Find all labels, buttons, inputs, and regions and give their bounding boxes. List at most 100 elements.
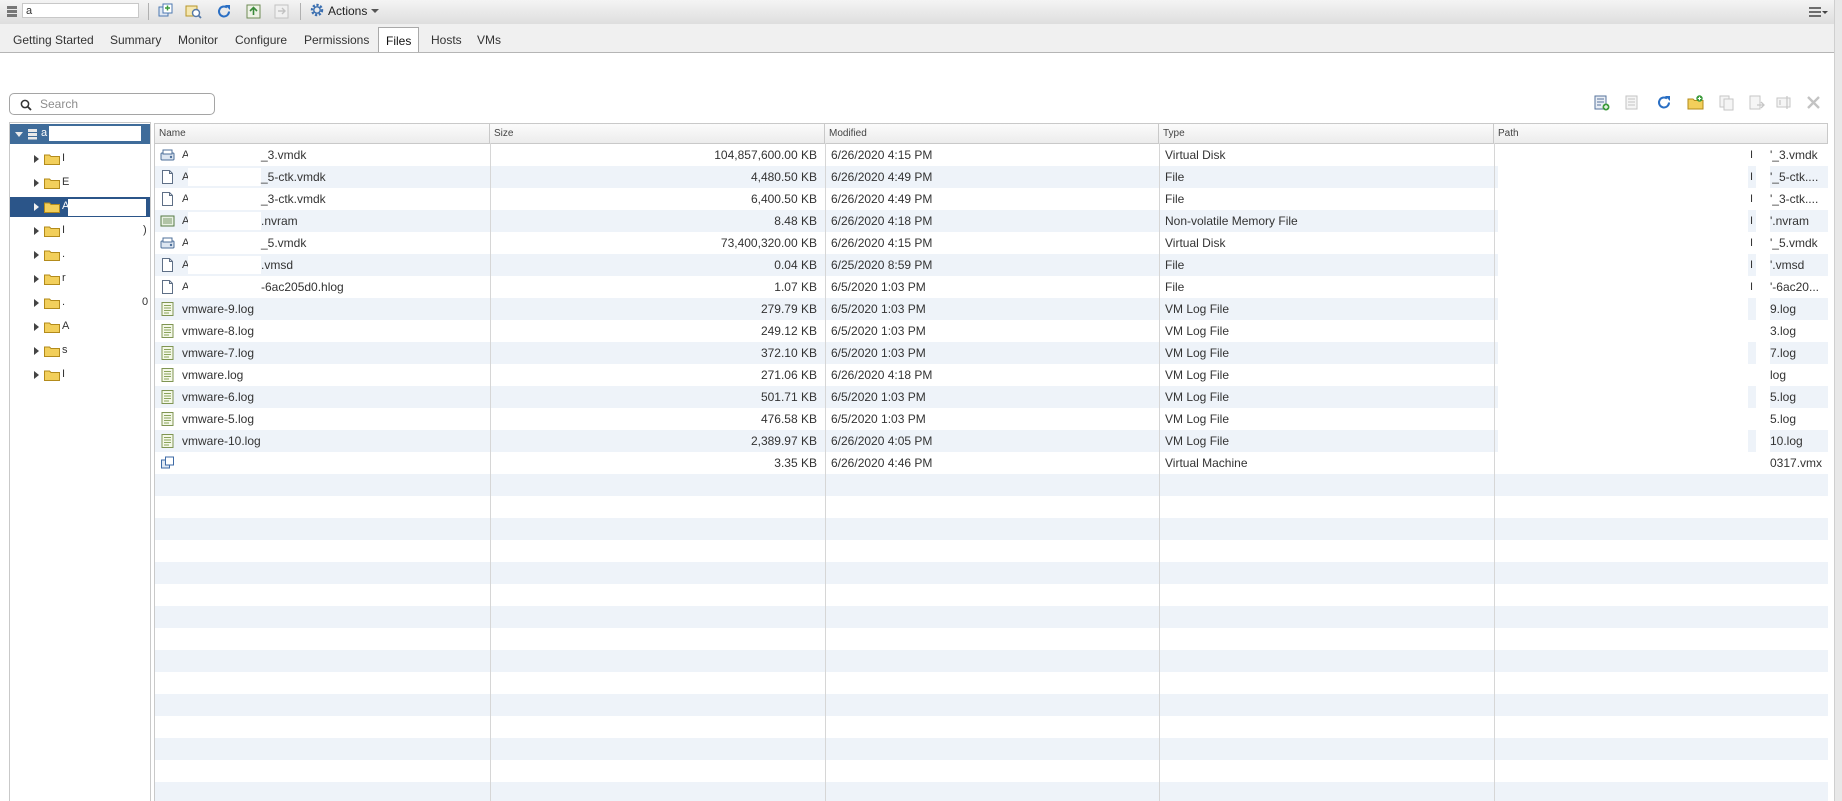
path-text: 5.log [1770, 412, 1797, 426]
table-row[interactable]: vmware.log 271.06 KB 6/26/2020 4:18 PM VM L… [155, 364, 1828, 386]
upload-folder-icon [1625, 95, 1638, 110]
path-text: 3.log [1770, 324, 1797, 338]
cell-type: File [1165, 192, 1185, 206]
folder-icon [44, 274, 60, 285]
tree-folder[interactable]: r [10, 269, 150, 289]
folder-icon [44, 346, 60, 357]
cell-path: 3.log [1494, 320, 1828, 342]
move-icon [1749, 95, 1765, 110]
chevron-right-icon[interactable] [34, 179, 39, 187]
cell-type: VM Log File [1165, 412, 1230, 426]
chevron-right-icon[interactable] [34, 347, 39, 355]
cell-path: 5.log [1494, 408, 1828, 430]
column-header-name[interactable]: Name [155, 124, 490, 143]
tab-getting-started[interactable]: Getting Started [13, 30, 94, 51]
redaction [1756, 210, 1770, 232]
tree-folder[interactable]: I [10, 365, 150, 385]
path-prefix: I [1750, 193, 1754, 205]
chevron-right-icon[interactable] [34, 251, 39, 259]
path-text: '_3-ctk.... [1770, 192, 1819, 206]
column-header-path[interactable]: Path [1494, 124, 1828, 143]
table-row[interactable]: A .nvram 8.48 KB 6/26/2020 4:18 PM Non-volat… [155, 210, 1828, 232]
tree-folder-label: A [62, 320, 70, 332]
cell-modified: 6/25/2020 8:59 PM [831, 258, 933, 272]
redaction [1756, 342, 1770, 364]
tree-folder-selected[interactable]: A [10, 197, 150, 217]
tree-folder[interactable]: E [10, 173, 150, 193]
table-row[interactable]: A _5-ctk.vmdk 4,480.50 KB 6/26/2020 4:49 PM… [155, 166, 1828, 188]
cell-size: 4,480.50 KB [750, 170, 817, 184]
tree-folder[interactable]: I [10, 149, 150, 169]
table-row[interactable]: vmware-6.log 501.71 KB 6/5/2020 1:03 PM VM … [155, 386, 1828, 408]
search-input[interactable] [40, 96, 210, 112]
tab-hosts[interactable]: Hosts [431, 30, 462, 51]
chevron-right-icon[interactable] [34, 371, 39, 379]
actions-menu[interactable]: Actions [309, 2, 380, 21]
table-row[interactable]: vmware-5.log 476.58 KB 6/5/2020 1:03 PM VM … [155, 408, 1828, 430]
table-row[interactable]: A _5.vmdk 73,400,320.00 KB 6/26/2020 4:15 P… [155, 232, 1828, 254]
table-row[interactable]: vmware-8.log 249.12 KB 6/5/2020 1:03 PM VM … [155, 320, 1828, 342]
tree-folder-label: . [62, 248, 66, 260]
chevron-right-icon[interactable] [34, 299, 39, 307]
cell-modified: 6/26/2020 4:18 PM [831, 214, 933, 228]
tree-root[interactable]: a [10, 124, 150, 144]
cell-modified: 6/26/2020 4:46 PM [831, 456, 933, 470]
column-divider [490, 143, 491, 801]
tree-folder[interactable]: . 0 [10, 293, 150, 313]
tab-permissions[interactable]: Permissions [304, 30, 369, 51]
new-vm-icon[interactable] [157, 3, 174, 20]
chevron-right-icon[interactable] [34, 203, 39, 211]
table-row[interactable]: vmware-10.log 2,389.97 KB 6/26/2020 4:05 P… [155, 430, 1828, 452]
chevron-right-icon[interactable] [34, 275, 39, 283]
column-header-type[interactable]: Type [1159, 124, 1494, 143]
cell-modified: 6/26/2020 4:49 PM [831, 192, 933, 206]
rename-icon [1776, 96, 1791, 109]
cell-size: 104,857,600.00 KB [714, 148, 817, 162]
tree-folder-label: I [62, 224, 66, 236]
tree-folder[interactable]: A [10, 317, 150, 337]
menu-icon[interactable] [1808, 5, 1828, 19]
path-prefix: I [1750, 281, 1754, 293]
search-box[interactable] [9, 93, 215, 115]
tab-summary[interactable]: Summary [110, 30, 161, 51]
table-row[interactable]: .vmx 3.35 KB 6/26/2020 4:46 PM Virtual Mach… [155, 452, 1828, 474]
vertical-scrollbar[interactable] [1834, 0, 1842, 801]
empty-row [155, 782, 1828, 801]
upload-file-icon[interactable] [1593, 94, 1610, 111]
table-row[interactable]: A -6ac205d0.hlog 1.07 KB 6/5/2020 1:03 PM Fi… [155, 276, 1828, 298]
folder-icon [44, 154, 60, 165]
refresh-icon[interactable] [216, 3, 233, 20]
tab-monitor[interactable]: Monitor [178, 30, 218, 51]
cell-size: 1.07 KB [774, 280, 817, 294]
table-row[interactable]: A .vmsd 0.04 KB 6/25/2020 8:59 PM File I '.vms… [155, 254, 1828, 276]
table-row[interactable]: vmware-9.log 279.79 KB 6/5/2020 1:03 PM VM … [155, 298, 1828, 320]
chevron-down-icon[interactable] [15, 132, 23, 137]
chevron-right-icon[interactable] [34, 227, 39, 235]
chevron-right-icon[interactable] [34, 323, 39, 331]
table-row[interactable]: A _3-ctk.vmdk 6,400.50 KB 6/26/2020 4:49 PM… [155, 188, 1828, 210]
refresh-icon[interactable] [1656, 94, 1673, 111]
table-row[interactable]: A _3.vmdk 104,857,600.00 KB 6/26/2020 4:15 … [155, 144, 1828, 166]
cell-type: VM Log File [1165, 302, 1230, 316]
column-header-size[interactable]: Size [490, 124, 825, 143]
tree-folder[interactable]: I ) [10, 221, 150, 241]
folder-icon [44, 370, 60, 381]
tree-folder[interactable]: . [10, 245, 150, 265]
tab-files[interactable]: Files [378, 27, 420, 52]
tab-configure[interactable]: Configure [235, 30, 287, 51]
file-name: -6ac205d0.hlog [261, 280, 344, 294]
table-row[interactable]: vmware-7.log 372.10 KB 6/5/2020 1:03 PM VM … [155, 342, 1828, 364]
cell-name: A .vmsd [155, 254, 490, 276]
cell-path: I '-6ac20... [1494, 276, 1828, 298]
upload-icon[interactable] [245, 3, 262, 20]
redaction [1498, 430, 1748, 452]
cell-size: 271.06 KB [760, 368, 817, 382]
chevron-right-icon[interactable] [34, 155, 39, 163]
redaction [1498, 276, 1748, 298]
tab-vms[interactable]: VMs [477, 30, 501, 51]
tree-folder[interactable]: s [10, 341, 150, 361]
browse-icon[interactable] [185, 3, 202, 20]
path-prefix: I [1750, 149, 1754, 161]
new-folder-icon[interactable] [1687, 94, 1704, 111]
column-header-modified[interactable]: Modified [825, 124, 1159, 143]
